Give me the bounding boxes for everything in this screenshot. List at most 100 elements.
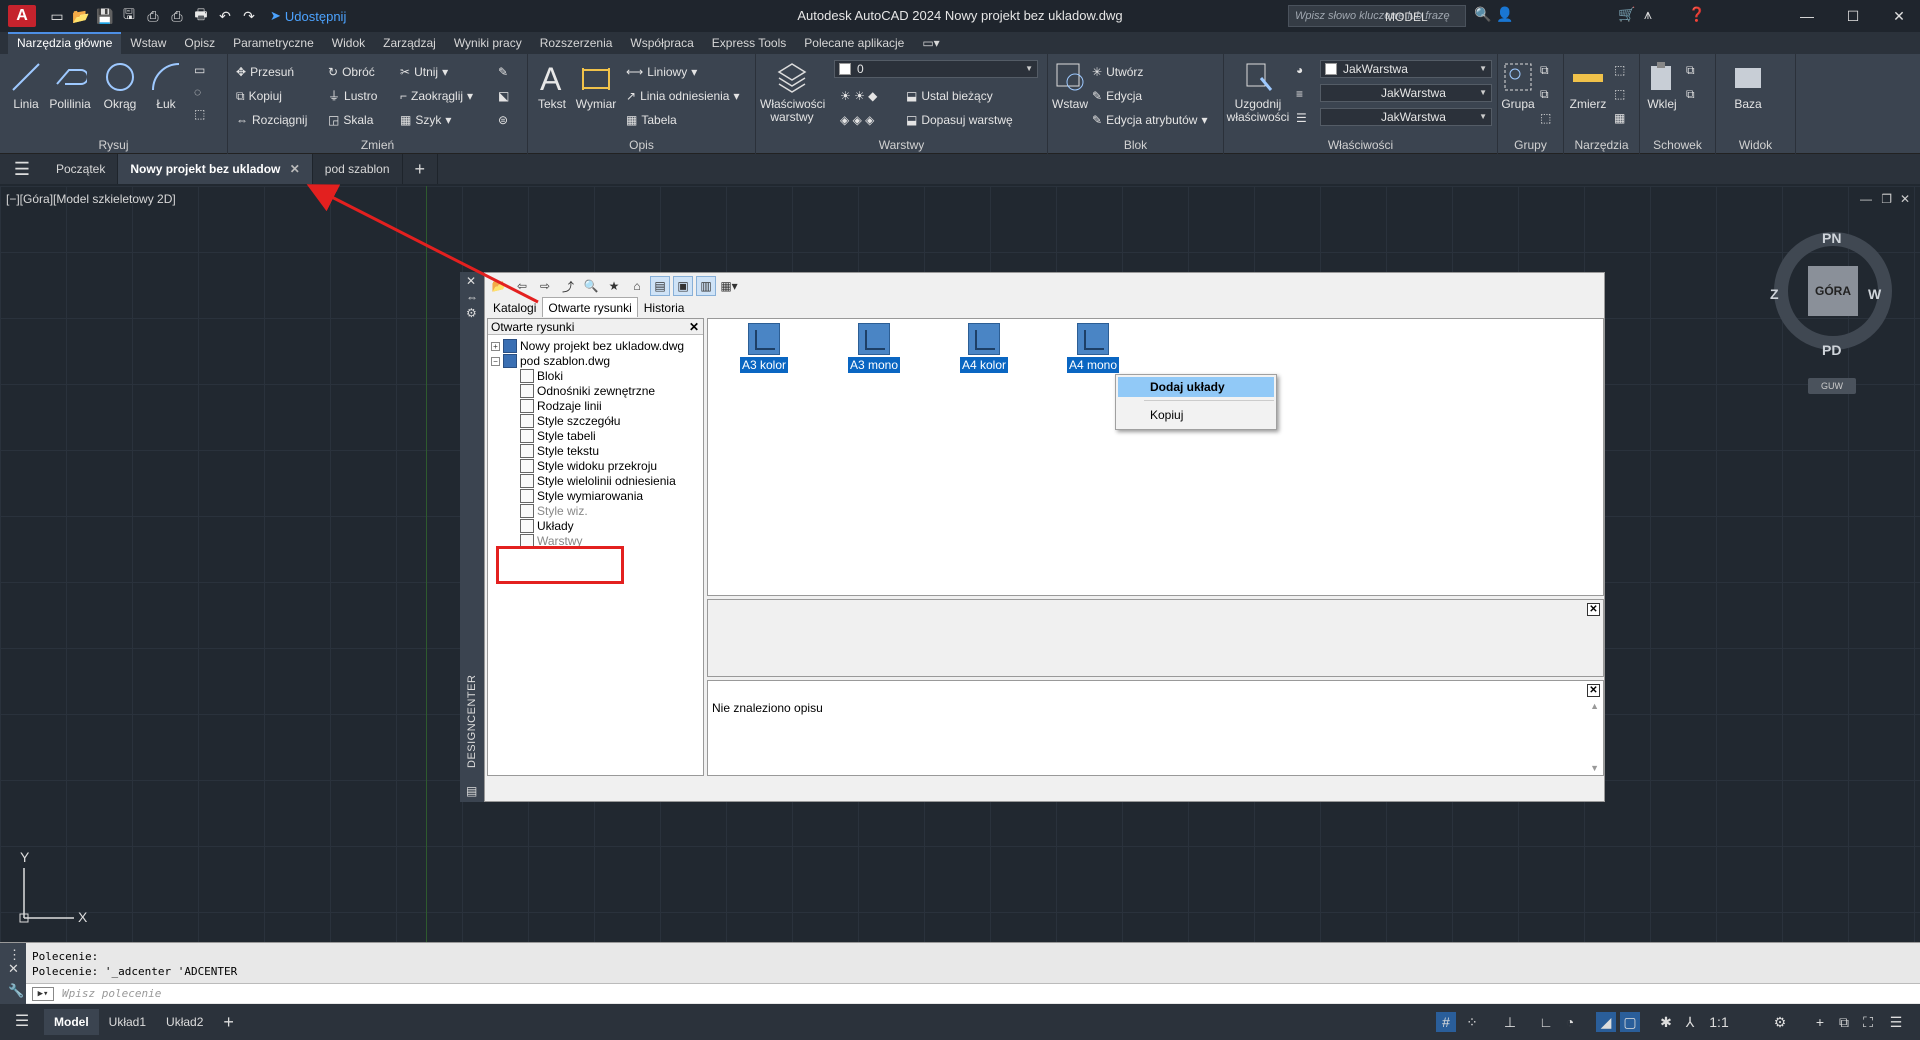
annotation-autoscale-icon[interactable]: ⅄: [1680, 1012, 1700, 1032]
clipboard-panel-title[interactable]: Schowek: [1640, 138, 1715, 152]
tab-featured-apps[interactable]: Polecane aplikacje: [795, 32, 913, 54]
group-select-icon[interactable]: ⬚: [1540, 108, 1551, 128]
viewport-minimize-icon[interactable]: —: [1860, 192, 1872, 206]
publish-icon[interactable]: ⎙: [142, 5, 164, 27]
object-snap-icon[interactable]: ▢: [1620, 1012, 1640, 1032]
add-layout-button[interactable]: +: [213, 1009, 244, 1035]
tab-parametric[interactable]: Parametryczne: [224, 32, 323, 54]
scroll-down-icon[interactable]: ▼: [1590, 763, 1599, 773]
copy-clip-icon[interactable]: ⧉: [1686, 60, 1695, 80]
color-dropdown[interactable]: JakWarstwa ▼: [1320, 60, 1492, 78]
create-block-button[interactable]: ✳ Utwórz: [1092, 62, 1143, 82]
offset-icon[interactable]: ⊜: [498, 110, 508, 130]
tab-manage[interactable]: Zarządzaj: [374, 32, 445, 54]
groups-panel-title[interactable]: Grupy: [1498, 138, 1563, 152]
tab-annotate[interactable]: Opisz: [175, 32, 224, 54]
close-tab-icon[interactable]: ✕: [290, 162, 300, 176]
tree-view-toggle-icon[interactable]: ▤: [650, 276, 670, 296]
properties-panel-title[interactable]: Właściwości: [1224, 138, 1497, 152]
menu-item-add-layouts[interactable]: Dodaj układy: [1118, 377, 1274, 397]
close-window-button[interactable]: ✕: [1876, 4, 1920, 28]
back-icon[interactable]: ⇦: [512, 276, 532, 296]
new-file-icon[interactable]: ▭: [46, 5, 68, 27]
circle-button[interactable]: Okrąg: [98, 60, 142, 111]
undo-icon[interactable]: ↶: [214, 5, 236, 27]
file-tab-template[interactable]: pod szablon: [313, 154, 403, 184]
quick-select-icon[interactable]: ⬚: [1614, 60, 1625, 80]
insert-block-button[interactable]: Wstaw: [1050, 60, 1090, 111]
plot-icon[interactable]: ⎙: [166, 5, 188, 27]
tab-open-drawings[interactable]: Otwarte rysunki: [542, 297, 638, 317]
preview-toggle-icon[interactable]: ▣: [673, 276, 693, 296]
infer-constraints-icon[interactable]: ⊥: [1500, 1012, 1520, 1032]
layer-tools-icons[interactable]: ◈ ◈ ◈: [840, 110, 874, 130]
command-prompt-icon[interactable]: ▶▾: [32, 987, 54, 1001]
set-current-button[interactable]: ⬓ Ustal bieżący: [906, 86, 993, 106]
collapse-icon[interactable]: −: [491, 356, 500, 366]
layer-dropdown[interactable]: 0 ▼: [834, 60, 1038, 78]
ribbon-options-button[interactable]: ▭▾: [913, 32, 948, 54]
viewcube-east[interactable]: W: [1868, 286, 1881, 302]
tab-insert[interactable]: Wstaw: [121, 32, 175, 54]
isolate-objects-icon[interactable]: ⧉: [1834, 1012, 1854, 1032]
edit-block-button[interactable]: ✎ Edycja: [1092, 86, 1142, 106]
annotation-scale[interactable]: 1:1: [1704, 1012, 1734, 1032]
save-as-icon[interactable]: 🖫: [118, 5, 140, 27]
viewport-close-icon[interactable]: ✕: [1900, 192, 1910, 206]
customize-icon[interactable]: ☰: [1886, 1012, 1906, 1032]
close-icon[interactable]: ✕: [8, 961, 19, 977]
line-button[interactable]: Linia: [6, 60, 46, 111]
leader-button[interactable]: ↗ Linia odniesienia ▾: [626, 86, 740, 106]
home-icon[interactable]: ⌂: [627, 276, 647, 296]
group-edit-icon[interactable]: ⧉: [1540, 84, 1549, 104]
mirror-button[interactable]: ⏚ Lustro: [328, 86, 377, 106]
model-space-toggle[interactable]: MODEL: [1385, 10, 1428, 24]
linear-dim-button[interactable]: ⟷ Liniowy ▾: [626, 62, 697, 82]
view-panel-title[interactable]: Widok: [1716, 138, 1795, 152]
viewcube-north[interactable]: PN: [1822, 230, 1841, 246]
match-properties-button[interactable]: Uzgodnij właściwości: [1226, 60, 1290, 124]
rotate-button[interactable]: ↻ Obróć: [328, 62, 375, 82]
share-button[interactable]: ➤ Udostępnij: [270, 8, 346, 24]
palette-properties-icon[interactable]: ⚙: [466, 306, 477, 320]
arc-button[interactable]: Łuk: [146, 60, 186, 111]
layer-state-icons[interactable]: ☀ ☀ ◆: [840, 86, 877, 106]
cart-icon[interactable]: 🛒: [1618, 6, 1635, 23]
search-icon[interactable]: 🔍: [581, 276, 601, 296]
linetype-dropdown[interactable]: JakWarstwa ▼: [1320, 84, 1492, 102]
user-icon[interactable]: 👤: [1496, 6, 1513, 23]
palette-autohide-icon[interactable]: ⇔: [466, 290, 478, 304]
close-icon[interactable]: ✕: [1587, 684, 1600, 697]
measure-button[interactable]: Zmierz: [1566, 60, 1610, 111]
close-icon[interactable]: ✕: [689, 319, 699, 335]
stretch-button[interactable]: ⇔ Rozciągnij: [236, 110, 307, 130]
utilities-panel-title[interactable]: Narzędzia: [1564, 138, 1639, 152]
layers-panel-title[interactable]: Warstwy: [756, 138, 1047, 152]
grid-icon[interactable]: #: [1436, 1012, 1456, 1032]
tab-addins[interactable]: Rozszerzenia: [531, 32, 622, 54]
workspace-gear-icon[interactable]: ⚙: [1770, 1012, 1790, 1032]
layout-item-a4-mono[interactable]: A4 mono: [1067, 323, 1120, 373]
wcs-menu-button[interactable]: GUW: [1808, 378, 1856, 394]
erase-icon[interactable]: ✎: [498, 62, 508, 82]
viewport-restore-icon[interactable]: ❐: [1881, 192, 1892, 206]
viewcube-west[interactable]: Z: [1770, 286, 1779, 302]
wrench-icon[interactable]: 🔧: [8, 983, 24, 999]
layer-properties-button[interactable]: Właściwości warstwy: [760, 60, 825, 124]
plus-icon[interactable]: +: [1810, 1012, 1830, 1032]
file-tab-active[interactable]: Nowy projekt bez ukladow ✕: [118, 154, 313, 184]
viewcube-south[interactable]: PD: [1822, 342, 1841, 358]
trim-button[interactable]: ✂ Utnij ▾: [400, 62, 448, 82]
annotation-visibility-icon[interactable]: ✱: [1656, 1012, 1676, 1032]
maximize-button[interactable]: ☐: [1830, 4, 1876, 28]
fillet-button[interactable]: ⌐ Zaokrąglij ▾: [400, 86, 473, 106]
tab-express-tools[interactable]: Express Tools: [703, 32, 795, 54]
tab-collaborate[interactable]: Współpraca: [621, 32, 702, 54]
app-menu-button[interactable]: A: [8, 5, 36, 27]
new-tab-button[interactable]: +: [403, 154, 439, 184]
layout-tab-1[interactable]: Układ1: [99, 1009, 156, 1035]
command-input[interactable]: ▶▾ Wpisz polecenie: [26, 983, 1920, 1003]
text-button[interactable]: A Tekst: [532, 60, 572, 111]
layout-item-a3-mono[interactable]: A3 mono: [848, 323, 901, 373]
move-button[interactable]: ✥ Przesuń: [236, 62, 294, 82]
